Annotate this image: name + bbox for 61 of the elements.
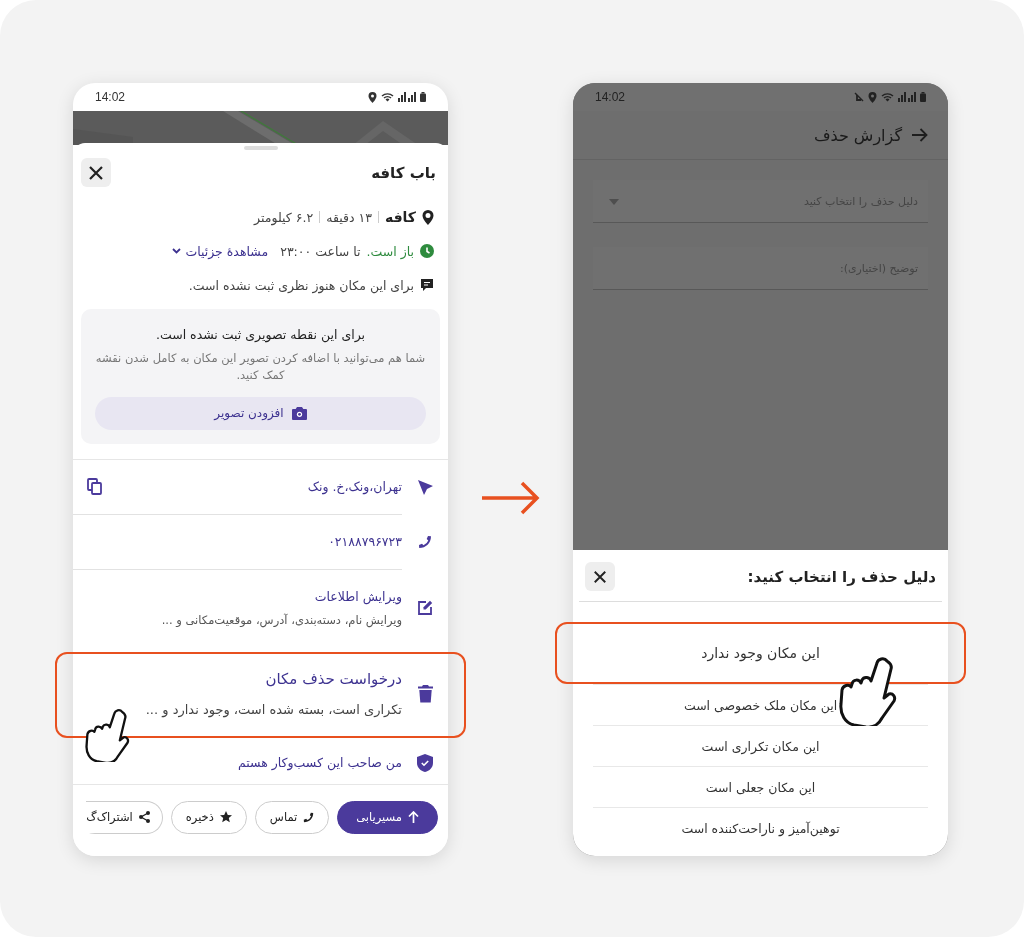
chevron-down-icon (172, 248, 182, 254)
close-button[interactable] (81, 158, 111, 187)
screen-title: گزارش حذف (813, 125, 902, 145)
back-arrow-icon[interactable] (912, 128, 928, 142)
trash-icon (417, 684, 433, 703)
shield-check-icon (417, 753, 433, 772)
save-button[interactable]: ذخیره (170, 800, 247, 834)
signal-icon (398, 92, 416, 102)
add-photo-button[interactable]: افزودن تصویر (95, 396, 426, 430)
location-icon (368, 91, 377, 103)
reviews-text: برای این مکان هنوز نظری ثبت نشده است. (188, 277, 414, 293)
row-title[interactable]: درخواست حذف مکان (145, 670, 402, 688)
arrow-icon (482, 481, 540, 515)
edit-icon (417, 600, 433, 615)
phone-icon (418, 535, 432, 549)
sheet-title: دلیل حذف را انتخاب کنید: (747, 567, 936, 586)
card-title: برای این نقطه تصویری ثبت نشده است. (154, 327, 367, 342)
wifi-icon (881, 92, 894, 102)
close-icon (593, 569, 607, 584)
close-button[interactable] (585, 562, 615, 591)
location-icon (868, 91, 877, 103)
share-button[interactable]: اشتراک‌گ (86, 800, 163, 834)
comment-icon (420, 278, 434, 292)
battery-icon (420, 92, 426, 102)
signal-icon (898, 92, 916, 102)
camera-icon (291, 406, 307, 420)
row-title[interactable]: تهران،ونک،خ. ونک (307, 479, 402, 494)
place-title: باب کافه (371, 163, 436, 182)
phone-icon (303, 811, 315, 823)
row-subtitle: ویرایش نام، دسته‌بندی، آدرس، موقعیت‌مکانی و ... (161, 612, 402, 627)
clock-icon (420, 244, 434, 258)
navigation-arrow-icon (417, 479, 433, 495)
row-title[interactable]: ۰۲۱۸۸۷۹۶۷۲۳ (328, 534, 402, 549)
reason-option[interactable]: توهین‌آمیز و ناراحت‌کننده است (681, 820, 840, 836)
row-title[interactable]: ویرایش اطلاعات (161, 588, 402, 604)
reason-option[interactable]: این مکان تکراری است (701, 738, 820, 754)
status-time: 14:02 (595, 90, 626, 104)
distance-label: ۶.۲ کیلومتر (254, 209, 314, 225)
row-title[interactable]: من صاحب این کسب‌وکار هستم (237, 755, 402, 770)
open-status: باز است. (366, 243, 414, 259)
status-time: 14:02 (95, 90, 126, 104)
reason-option[interactable]: این مکان ملک خصوصی است (683, 697, 838, 713)
copy-icon[interactable] (87, 478, 102, 495)
reason-option[interactable]: این مکان جعلی است (705, 779, 816, 795)
call-button[interactable]: تماس (254, 800, 330, 834)
share-icon (138, 811, 150, 823)
close-icon (88, 164, 104, 181)
details-link[interactable]: مشاهدهٔ جزئیات (172, 243, 269, 259)
dropdown-caret-icon (609, 199, 619, 205)
reason-option[interactable]: این مکان وجود ندارد (701, 645, 820, 661)
hours-text: تا ساعت ۲۳:۰۰ (280, 243, 361, 259)
battery-icon (920, 92, 926, 102)
duration-label: ۱۳ دقیقه (326, 209, 372, 225)
category-label: کافه (384, 209, 416, 225)
arrow-up-icon (408, 811, 419, 823)
star-icon (219, 811, 232, 823)
card-text: شما هم می‌توانید با اضافه کردن تصویر این مکان به کامل شدن نقشه کمک کنید. (95, 350, 426, 385)
wifi-icon (381, 92, 394, 102)
route-button[interactable]: مسیریابی (337, 800, 438, 834)
location-pin-icon (422, 209, 434, 225)
row-subtitle: تکراری است، بسته شده است، وجود ندارد و ... (145, 702, 402, 717)
